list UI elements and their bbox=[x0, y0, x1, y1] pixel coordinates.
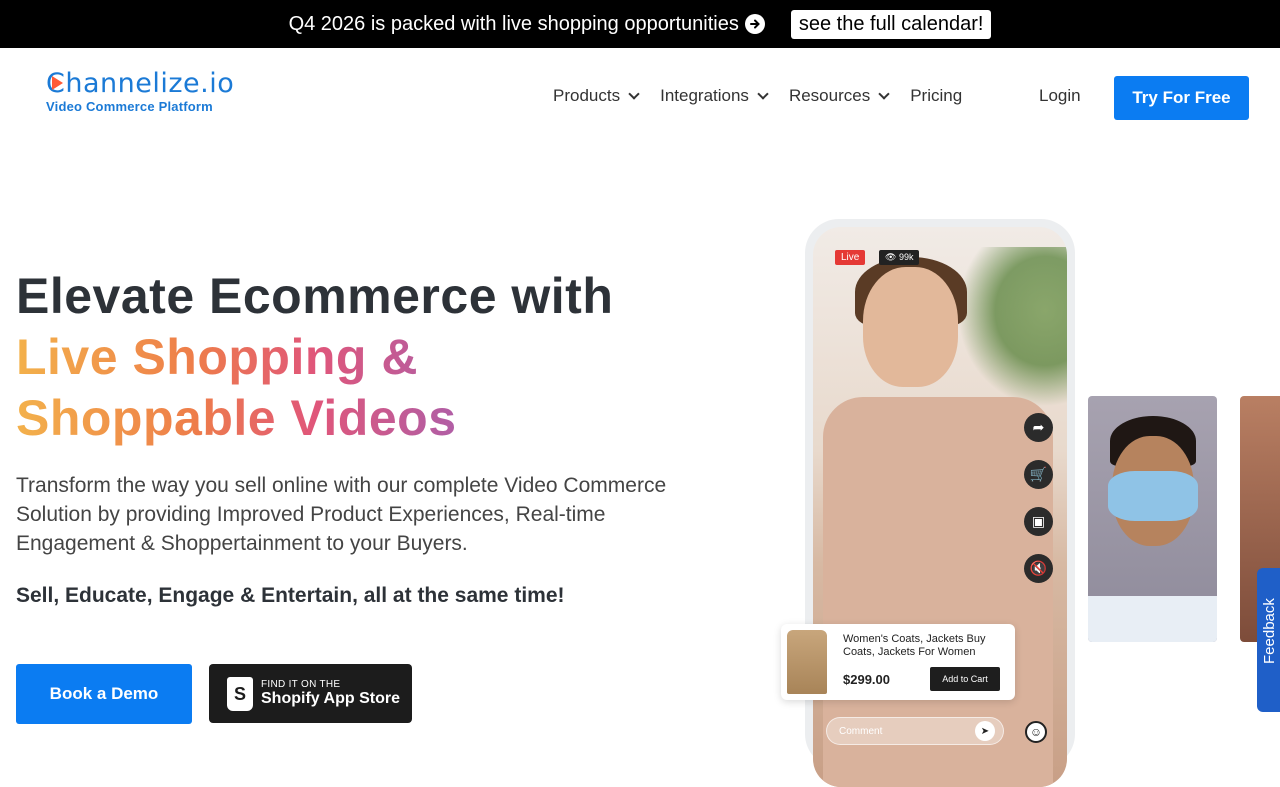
hero-title-line3: Shoppable Videos bbox=[16, 388, 613, 449]
announcement-bar: Q4 2026 is packed with live shopping opp… bbox=[0, 0, 1280, 48]
live-video-screen[interactable]: Live 👁 99k ➦ 🛒 ▣ 🔇 bbox=[813, 227, 1067, 787]
nav-item-pricing[interactable]: Pricing bbox=[910, 86, 962, 106]
share-icon[interactable]: ➦ bbox=[1024, 413, 1053, 442]
announcement-message[interactable]: Q4 2026 is packed with live shopping opp… bbox=[289, 13, 765, 36]
book-demo-button[interactable]: Book a Demo bbox=[16, 664, 192, 724]
shopify-app-store-button[interactable]: FIND IT ON THE Shopify App Store bbox=[209, 664, 412, 723]
nav-item-integrations[interactable]: Integrations bbox=[660, 86, 769, 106]
announcement-text: Q4 2026 is packed with live shopping opp… bbox=[288, 12, 739, 35]
chevron-down-icon bbox=[757, 87, 769, 100]
cart-icon[interactable]: 🛒 bbox=[1024, 460, 1053, 489]
product-price: $299.00 bbox=[843, 672, 890, 687]
arrow-right-icon[interactable] bbox=[744, 14, 765, 34]
login-link[interactable]: Login bbox=[1039, 86, 1081, 106]
chevron-down-icon bbox=[628, 87, 640, 100]
hero-tagline: Sell, Educate, Engage & Entertain, all a… bbox=[16, 584, 565, 607]
hero-title-line2: Live Shopping & bbox=[16, 327, 613, 388]
plant-leaves bbox=[957, 247, 1067, 407]
shirt-illustration bbox=[1088, 596, 1217, 642]
shopify-big-text: Shopify App Store bbox=[261, 690, 400, 707]
hero-title-line1: Elevate Ecommerce with bbox=[16, 268, 614, 324]
hero-title: Elevate Ecommerce with Live Shopping & S… bbox=[16, 266, 613, 449]
hero-description: Transform the way you sell online with o… bbox=[16, 474, 667, 555]
video-card-face-mask[interactable] bbox=[1088, 396, 1217, 642]
emoji-icon[interactable]: ☺ bbox=[1025, 721, 1047, 743]
brand-logo[interactable]: Channelize.io Video Commerce Platform bbox=[46, 68, 234, 114]
product-thumbnail bbox=[787, 630, 827, 694]
presenter-face bbox=[863, 267, 958, 387]
product-name: Women's Coats, Jackets Buy Coats, Jacket… bbox=[843, 633, 986, 658]
product-list-icon[interactable]: ▣ bbox=[1024, 507, 1053, 536]
send-icon[interactable]: ➤ bbox=[975, 721, 995, 741]
main-nav: Channelize.io Video Commerce Platform Pr… bbox=[0, 48, 1280, 144]
shopify-small-text: FIND IT ON THE bbox=[261, 679, 341, 690]
shopify-bag-icon bbox=[227, 676, 253, 711]
live-badge: Live bbox=[835, 250, 866, 265]
play-icon bbox=[52, 76, 63, 90]
product-card[interactable]: Women's Coats, Jackets Buy Coats, Jacket… bbox=[781, 624, 1015, 700]
nav-menu: Products Integrations Resources Pricing bbox=[553, 86, 984, 106]
brand-name: Channelize.io bbox=[46, 68, 235, 99]
nav-item-products[interactable]: Products bbox=[553, 86, 640, 106]
sheet-mask-illustration bbox=[1108, 471, 1198, 521]
add-to-cart-button[interactable]: Add to Cart bbox=[930, 667, 1000, 691]
viewer-count: 👁 99k bbox=[879, 250, 920, 265]
brand-tagline: Video Commerce Platform bbox=[46, 99, 213, 114]
feedback-tab[interactable]: Feedback bbox=[1257, 568, 1280, 712]
feedback-label: Feedback bbox=[1261, 598, 1278, 664]
nav-item-resources[interactable]: Resources bbox=[789, 86, 890, 106]
chevron-down-icon bbox=[878, 87, 890, 100]
comment-placeholder: Comment bbox=[839, 725, 883, 737]
try-for-free-button[interactable]: Try For Free bbox=[1114, 76, 1249, 120]
calendar-button[interactable]: see the full calendar! bbox=[790, 9, 992, 39]
mute-icon[interactable]: 🔇 bbox=[1024, 554, 1053, 583]
